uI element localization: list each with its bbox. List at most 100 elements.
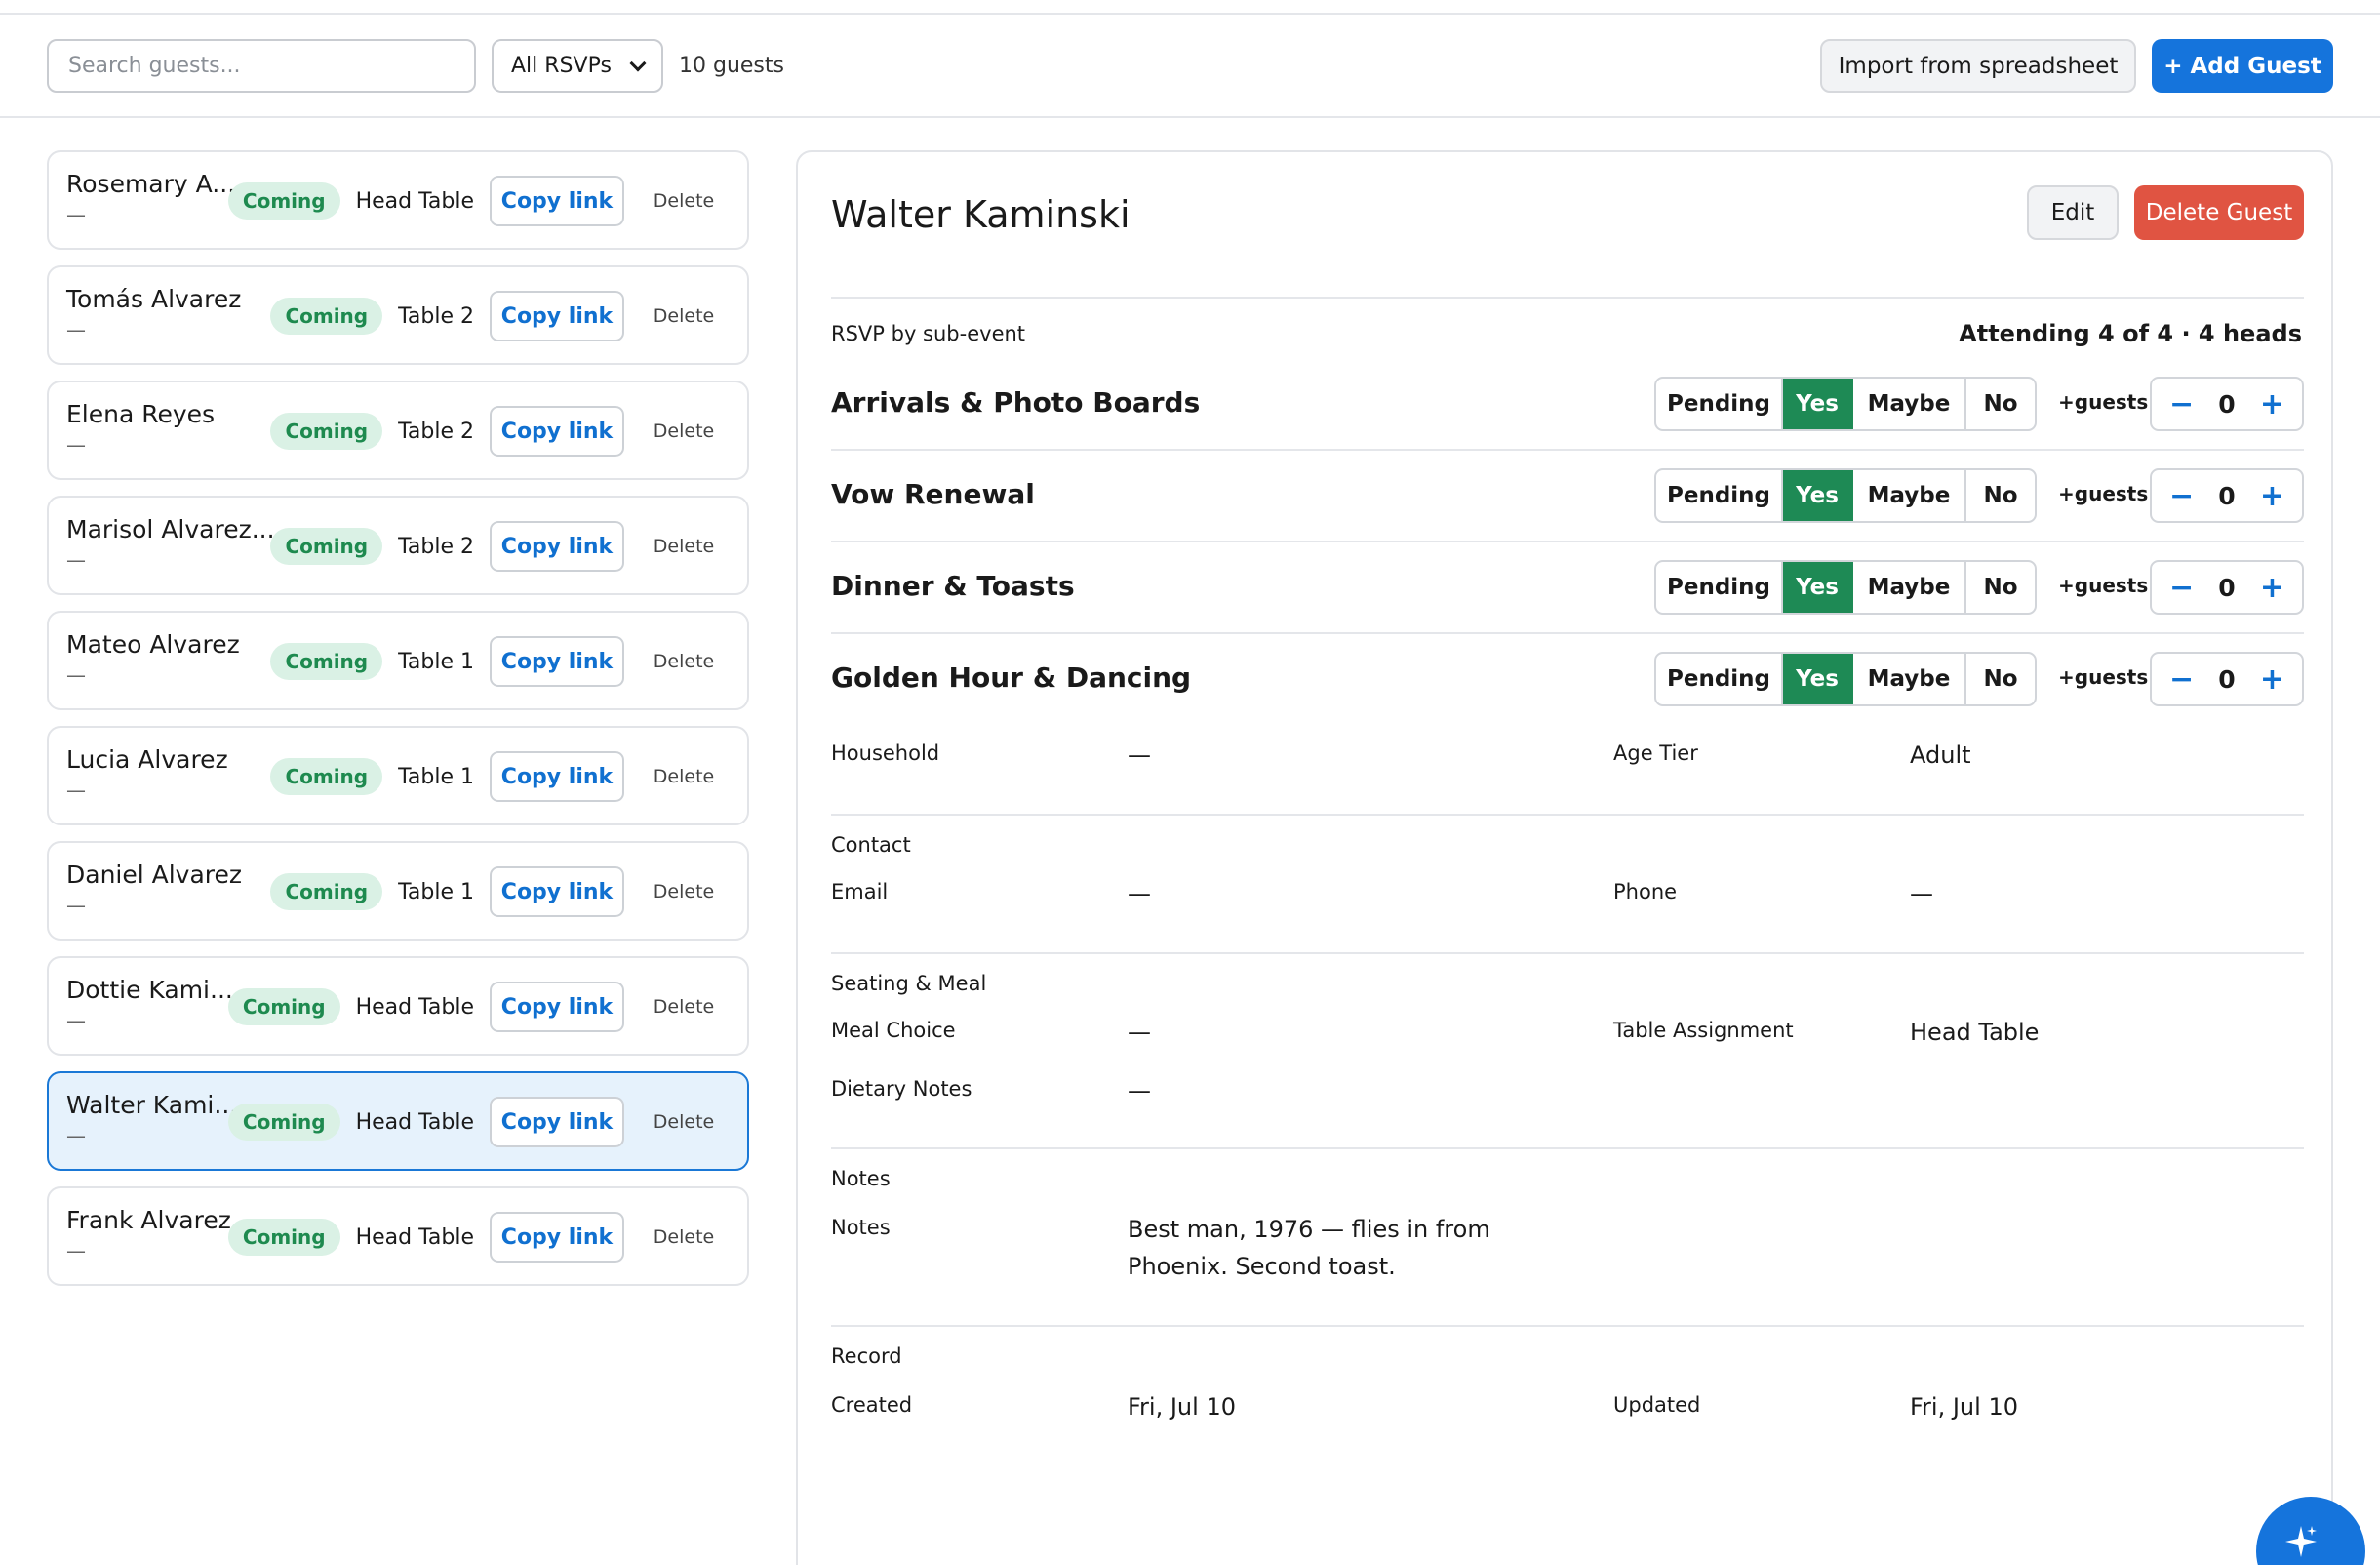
guest-table: Table 1 — [398, 879, 474, 904]
copy-link-button[interactable]: Copy link — [490, 406, 624, 457]
rsvp-option-maybe[interactable]: Maybe — [1853, 379, 1966, 429]
plus-guests-label: +guests — [2058, 574, 2149, 597]
guest-card[interactable]: Mateo Alvarez — Coming Table 1 Copy link… — [47, 611, 749, 710]
rsvp-option-pending[interactable]: Pending — [1656, 379, 1783, 429]
dietary-notes-value: — — [1128, 1077, 1151, 1104]
rsvp-option-no[interactable]: No — [1966, 379, 2035, 429]
rsvp-option-pending[interactable]: Pending — [1656, 470, 1783, 521]
delete-guest-link[interactable]: Delete — [640, 996, 728, 1018]
guest-name: Frank Alvarez — [66, 1206, 231, 1234]
copy-link-button[interactable]: Copy link — [490, 751, 624, 802]
attending-summary: Attending 4 of 4 · 4 heads — [1959, 320, 2302, 347]
guest-name: Daniel Alvarez — [66, 861, 243, 889]
rsvp-option-maybe[interactable]: Maybe — [1853, 654, 1966, 704]
guest-household: — — [66, 203, 86, 226]
increment-button[interactable]: + — [2260, 479, 2284, 513]
guest-table: Table 2 — [398, 303, 474, 329]
decrement-button[interactable]: − — [2169, 662, 2194, 697]
delete-guest-link[interactable]: Delete — [640, 190, 728, 212]
increment-button[interactable]: + — [2260, 662, 2284, 697]
phone-value: — — [1910, 880, 1933, 907]
divider — [831, 952, 2304, 954]
status-badge: Coming — [270, 873, 383, 910]
guest-card[interactable]: Rosemary A... — Coming Head Table Copy l… — [47, 150, 749, 250]
increment-button[interactable]: + — [2260, 571, 2284, 605]
rsvp-option-pending[interactable]: Pending — [1656, 562, 1783, 613]
extra-guests-value: 0 — [2218, 389, 2236, 419]
copy-link-button[interactable]: Copy link — [490, 521, 624, 572]
copy-link-button[interactable]: Copy link — [490, 1212, 624, 1263]
search-input[interactable] — [47, 39, 476, 93]
guest-card[interactable]: Marisol Alvarez... — Coming Table 2 Copy… — [47, 496, 749, 595]
plus-guests-label: +guests — [2058, 390, 2149, 414]
copy-link-button[interactable]: Copy link — [490, 636, 624, 687]
status-badge: Coming — [227, 988, 340, 1025]
import-spreadsheet-button[interactable]: Import from spreadsheet — [1820, 39, 2136, 93]
guest-card[interactable]: Tomás Alvarez — Coming Table 2 Copy link… — [47, 265, 749, 365]
rsvp-filter-select[interactable]: All RSVPs — [492, 39, 663, 93]
edit-button[interactable]: Edit — [2027, 185, 2119, 240]
decrement-button[interactable]: − — [2169, 571, 2194, 605]
copy-link-button[interactable]: Copy link — [490, 176, 624, 226]
contact-heading: Contact — [831, 833, 911, 857]
divider — [831, 632, 2304, 634]
guest-card[interactable]: Lucia Alvarez — Coming Table 1 Copy link… — [47, 726, 749, 825]
rsvp-option-yes[interactable]: Yes — [1783, 470, 1853, 521]
notes-value-line2: Phoenix. Second toast. — [1128, 1253, 1396, 1280]
rsvp-option-yes[interactable]: Yes — [1783, 654, 1853, 704]
extra-guests-stepper: − 0 + — [2150, 377, 2304, 431]
delete-guest-link[interactable]: Delete — [640, 651, 728, 672]
delete-guest-link[interactable]: Delete — [640, 536, 728, 557]
rsvp-option-no[interactable]: No — [1966, 562, 2035, 613]
rsvp-option-no[interactable]: No — [1966, 470, 2035, 521]
divider — [831, 297, 2304, 299]
guest-table: Table 2 — [398, 419, 474, 444]
rsvp-segmented-control: Pending Yes Maybe No — [1654, 377, 2037, 431]
copy-link-button[interactable]: Copy link — [490, 866, 624, 917]
household-label: Household — [831, 742, 940, 765]
delete-guest-button[interactable]: Delete Guest — [2134, 185, 2304, 240]
delete-guest-link[interactable]: Delete — [640, 1226, 728, 1248]
guest-card[interactable]: Dottie Kami... — Coming Head Table Copy … — [47, 956, 749, 1056]
extra-guests-stepper: − 0 + — [2150, 560, 2304, 615]
sub-event-name: Arrivals & Photo Boards — [831, 386, 1201, 419]
add-guest-button[interactable]: + Add Guest — [2152, 39, 2333, 93]
guest-name: Lucia Alvarez — [66, 745, 228, 774]
rsvp-option-no[interactable]: No — [1966, 654, 2035, 704]
rsvp-option-yes[interactable]: Yes — [1783, 379, 1853, 429]
status-badge: Coming — [227, 1219, 340, 1256]
table-assignment-value: Head Table — [1910, 1019, 2040, 1046]
rsvp-option-pending[interactable]: Pending — [1656, 654, 1783, 704]
copy-link-button[interactable]: Copy link — [490, 1097, 624, 1147]
guest-card[interactable]: Frank Alvarez — Coming Head Table Copy l… — [47, 1186, 749, 1286]
delete-guest-link[interactable]: Delete — [640, 766, 728, 787]
created-value: Fri, Jul 10 — [1128, 1393, 1236, 1421]
age-tier-label: Age Tier — [1613, 742, 1698, 765]
sub-event-name: Golden Hour & Dancing — [831, 662, 1192, 694]
decrement-button[interactable]: − — [2169, 387, 2194, 421]
guest-detail-panel: Walter Kaminski Edit Delete Guest RSVP b… — [796, 150, 2333, 1565]
decrement-button[interactable]: − — [2169, 479, 2194, 513]
guest-table: Table 1 — [398, 649, 474, 674]
copy-link-button[interactable]: Copy link — [490, 982, 624, 1032]
status-badge: Coming — [270, 643, 383, 680]
rsvp-option-maybe[interactable]: Maybe — [1853, 470, 1966, 521]
guest-card[interactable]: Daniel Alvarez — Coming Table 1 Copy lin… — [47, 841, 749, 941]
guest-household: — — [66, 894, 86, 917]
copy-link-button[interactable]: Copy link — [490, 291, 624, 341]
guest-table: Head Table — [355, 1109, 474, 1135]
delete-guest-link[interactable]: Delete — [640, 421, 728, 442]
delete-guest-link[interactable]: Delete — [640, 305, 728, 327]
rsvp-option-maybe[interactable]: Maybe — [1853, 562, 1966, 613]
guest-household: — — [66, 318, 86, 341]
guest-card[interactable]: Elena Reyes — Coming Table 2 Copy link D… — [47, 381, 749, 480]
rsvp-option-yes[interactable]: Yes — [1783, 562, 1853, 613]
sub-event-name: Dinner & Toasts — [831, 570, 1075, 602]
chevron-down-icon — [629, 55, 647, 71]
delete-guest-link[interactable]: Delete — [640, 1111, 728, 1133]
guest-card-selected[interactable]: Walter Kami... — Coming Head Table Copy … — [47, 1071, 749, 1171]
increment-button[interactable]: + — [2260, 387, 2284, 421]
status-badge: Coming — [270, 413, 383, 450]
delete-guest-link[interactable]: Delete — [640, 881, 728, 903]
guest-name: Walter Kami... — [66, 1091, 238, 1119]
